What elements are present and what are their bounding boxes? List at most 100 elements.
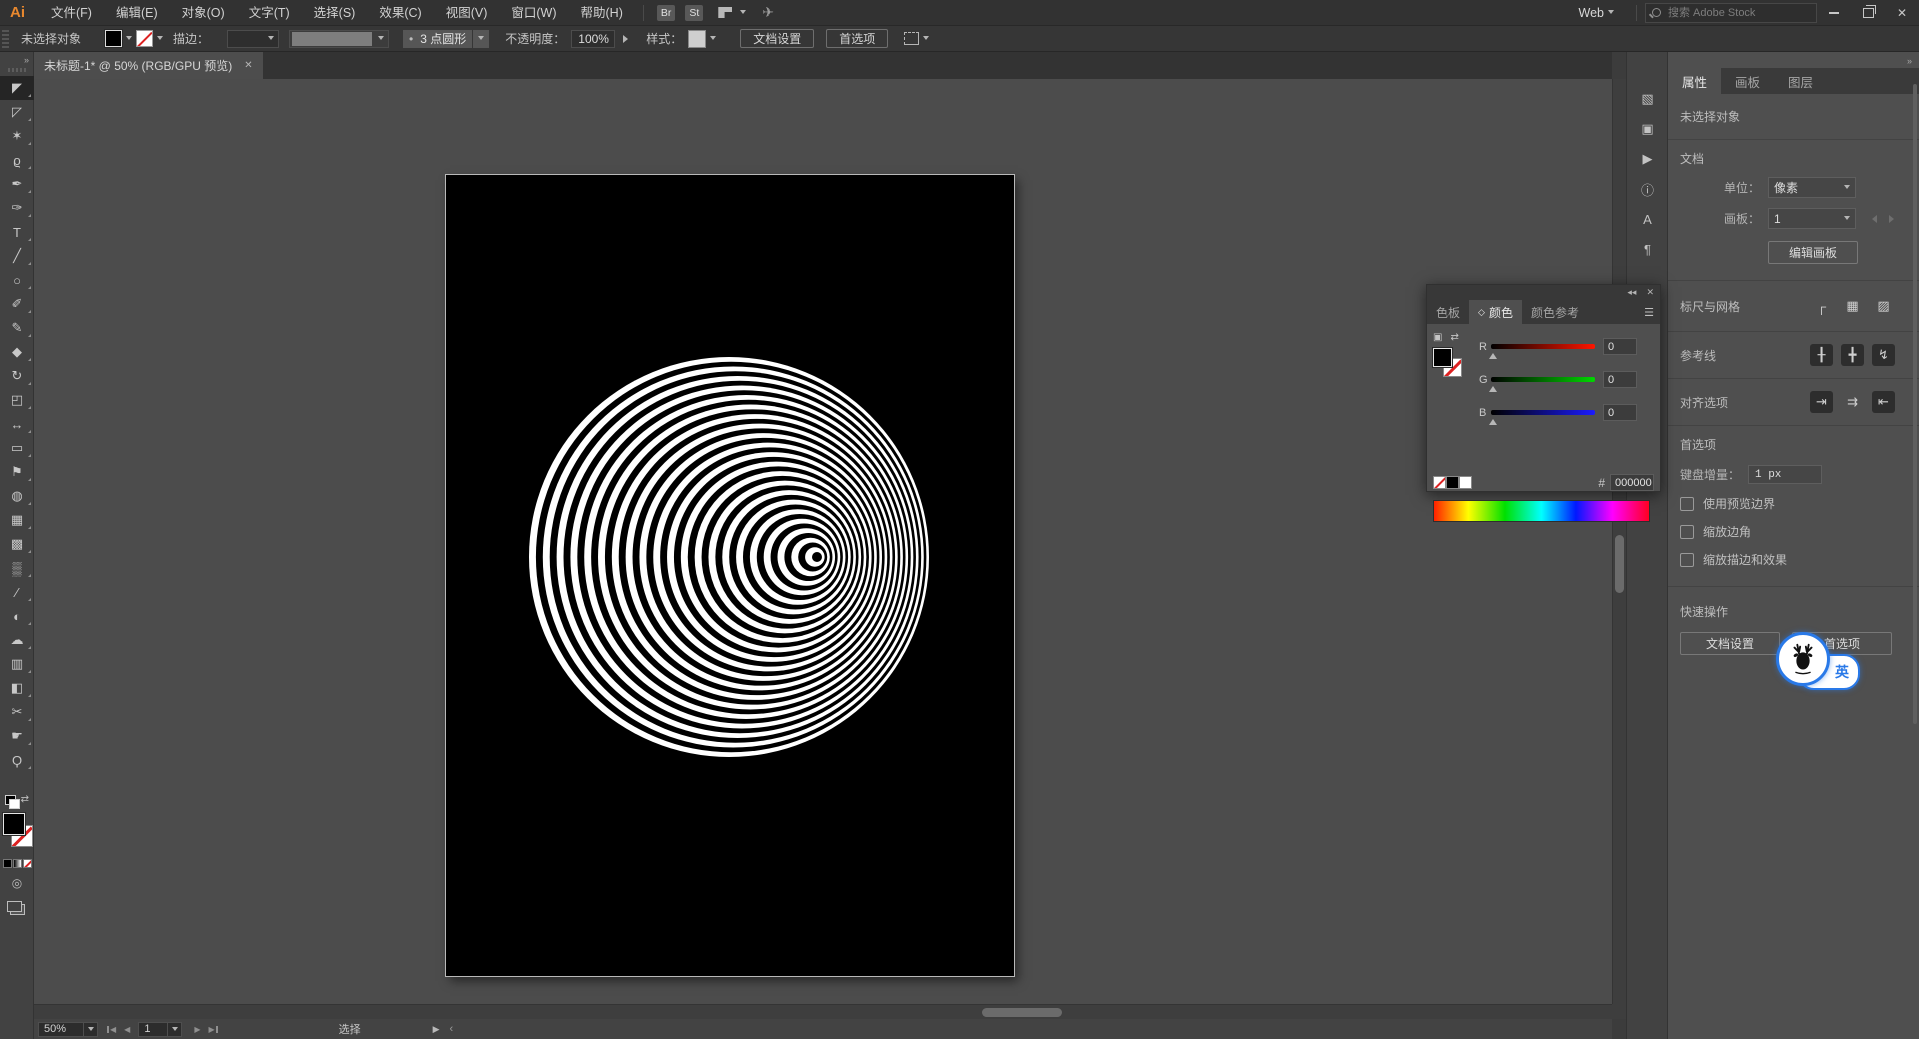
- direct-selection-tool[interactable]: ◸: [0, 100, 34, 124]
- artboard-options-icon[interactable]: [904, 32, 919, 45]
- vertical-scrollbar[interactable]: [1612, 79, 1626, 1004]
- tab-close-icon[interactable]: ✕: [244, 60, 252, 71]
- last-artboard-icon[interactable]: ▶: [208, 1025, 214, 1034]
- artboard[interactable]: [446, 175, 1014, 976]
- zoom-tool[interactable]: Ϙ: [0, 748, 34, 772]
- properties-scrollbar[interactable]: [1913, 84, 1917, 724]
- ellipse-tool[interactable]: ○: [0, 268, 34, 292]
- none-swatch[interactable]: [1433, 476, 1446, 489]
- hand-tool[interactable]: ☛: [0, 724, 34, 748]
- tab-color[interactable]: ◇ 颜色: [1469, 300, 1522, 324]
- dock-collapse-icon[interactable]: »: [1668, 52, 1919, 66]
- free-transform-tool[interactable]: ▭: [0, 436, 34, 460]
- ime-logo-badge[interactable]: [1776, 632, 1830, 686]
- black-swatch[interactable]: [1446, 476, 1459, 489]
- gpu-performance-icon[interactable]: ✈: [762, 4, 774, 21]
- brush-definition-chevron[interactable]: [473, 30, 489, 48]
- scale-tool[interactable]: ◰: [0, 388, 34, 412]
- lock-guides-button[interactable]: ╋: [1841, 344, 1864, 366]
- tab-artboards[interactable]: 画板: [1721, 68, 1774, 94]
- tab-layers[interactable]: 图层: [1774, 68, 1827, 94]
- swap-fill-stroke-icon[interactable]: ⇄: [1450, 332, 1458, 343]
- smart-guides-button[interactable]: ↯: [1872, 344, 1895, 366]
- next-artboard-icon[interactable]: ▶: [194, 1025, 200, 1034]
- gradient-tool[interactable]: ▒: [0, 556, 34, 580]
- horizontal-scroll-thumb[interactable]: [982, 1008, 1062, 1017]
- horizontal-scrollbar[interactable]: [34, 1004, 1612, 1019]
- restore-button[interactable]: [1851, 0, 1885, 26]
- width-tool[interactable]: ↔: [0, 412, 34, 436]
- first-artboard-icon[interactable]: ◀: [110, 1025, 116, 1034]
- perspective-grid-tool[interactable]: ▦: [0, 508, 34, 532]
- column-graph-tool[interactable]: ▥: [0, 652, 34, 676]
- artboard-tool[interactable]: ◧: [0, 676, 34, 700]
- keyboard-increment-input[interactable]: 1 px: [1748, 465, 1822, 484]
- stroke-chevron-icon[interactable]: [157, 36, 163, 43]
- paragraph-panel-button[interactable]: ¶: [1627, 236, 1668, 262]
- selection-tool[interactable]: ◤: [0, 76, 34, 100]
- artboard-dropdown[interactable]: 1: [1768, 208, 1856, 229]
- rotate-tool[interactable]: ↻: [0, 364, 34, 388]
- workspace-switcher[interactable]: Web: [1569, 6, 1628, 20]
- fill-proxy-swatch[interactable]: [3, 813, 25, 835]
- stroke-weight-stepper[interactable]: [218, 31, 224, 47]
- shape-builder-tool[interactable]: ◍: [0, 484, 34, 508]
- snap-to-grid-button[interactable]: ⇉: [1841, 391, 1864, 413]
- next-artboard-icon[interactable]: [1889, 215, 1898, 223]
- character-panel-button[interactable]: A: [1627, 206, 1668, 232]
- preferences-button[interactable]: 首选项: [826, 29, 888, 48]
- none-mode-button[interactable]: [23, 859, 32, 868]
- drawing-modes-button[interactable]: ◎: [0, 872, 34, 894]
- type-menu[interactable]: 文字(T): [237, 0, 302, 26]
- line-segment-tool[interactable]: ╱: [0, 244, 34, 268]
- help-menu[interactable]: 帮助(H): [569, 0, 635, 26]
- chevron-down-icon[interactable]: [740, 10, 746, 17]
- style-chevron-icon[interactable]: [710, 36, 716, 43]
- panel-collapse-icon[interactable]: ◂◂: [1627, 287, 1636, 298]
- stroke-weight-dropdown[interactable]: [227, 30, 279, 48]
- opacity-value[interactable]: 100%: [571, 30, 615, 48]
- lasso-tool[interactable]: ϱ: [0, 148, 34, 172]
- previous-artboard-icon[interactable]: [1868, 215, 1877, 223]
- fill-proxy-swatch[interactable]: [1433, 348, 1452, 367]
- tab-swatches[interactable]: 色板: [1427, 300, 1469, 324]
- document-tab[interactable]: 未标题-1* @ 50% (RGB/GPU 预览) ✕: [34, 52, 263, 79]
- b-slider-thumb[interactable]: [1489, 415, 1497, 425]
- b-slider-track[interactable]: [1491, 410, 1595, 415]
- eyedropper-tool[interactable]: ∕: [0, 580, 34, 604]
- color-mode-button[interactable]: [3, 859, 12, 868]
- actions-panel-button[interactable]: ▶: [1627, 146, 1668, 172]
- scale-strokes-effects-checkbox[interactable]: [1680, 553, 1694, 567]
- artboards-panel-button[interactable]: ▧: [1627, 86, 1668, 112]
- copy-color-icon[interactable]: ▣: [1433, 332, 1442, 343]
- edit-artboard-button[interactable]: 编辑画板: [1768, 241, 1858, 264]
- show-rulers-button[interactable]: ┌: [1810, 295, 1833, 317]
- r-slider-thumb[interactable]: [1489, 349, 1497, 359]
- panel-grip[interactable]: [2, 30, 9, 48]
- symbol-sprayer-tool[interactable]: ☁: [0, 628, 34, 652]
- use-preview-bounds-checkbox[interactable]: [1680, 497, 1694, 511]
- canvas[interactable]: [34, 79, 1612, 1004]
- object-menu[interactable]: 对象(O): [170, 0, 237, 26]
- r-slider-track[interactable]: [1491, 344, 1595, 349]
- blend-tool[interactable]: ◐: [0, 604, 34, 628]
- pen-tool[interactable]: ✒: [0, 172, 34, 196]
- color-spectrum-bar[interactable]: [1433, 500, 1650, 522]
- artboard-navigation-chevron[interactable]: [168, 1022, 182, 1037]
- file-menu[interactable]: 文件(F): [39, 0, 104, 26]
- paintbrush-tool[interactable]: ✐: [0, 292, 34, 316]
- view-menu[interactable]: 视图(V): [434, 0, 500, 26]
- bridge-badge[interactable]: Br: [657, 5, 676, 21]
- window-menu[interactable]: 窗口(W): [499, 0, 568, 26]
- zoom-level-chevron[interactable]: [84, 1022, 98, 1037]
- magic-wand-tool[interactable]: ✶: [0, 124, 34, 148]
- curvature-tool[interactable]: ✑: [0, 196, 34, 220]
- artboard-navigation-box[interactable]: 1: [138, 1022, 168, 1037]
- pencil-tool[interactable]: ✎: [0, 316, 34, 340]
- select-menu[interactable]: 选择(S): [302, 0, 368, 26]
- g-slider-track[interactable]: [1491, 377, 1595, 382]
- swap-fill-stroke-icon[interactable]: ⇄: [21, 794, 29, 805]
- g-slider-value[interactable]: 0: [1603, 371, 1637, 388]
- type-tool[interactable]: T: [0, 220, 34, 244]
- brush-definition-dropdown[interactable]: • 3 点圆形: [403, 30, 472, 48]
